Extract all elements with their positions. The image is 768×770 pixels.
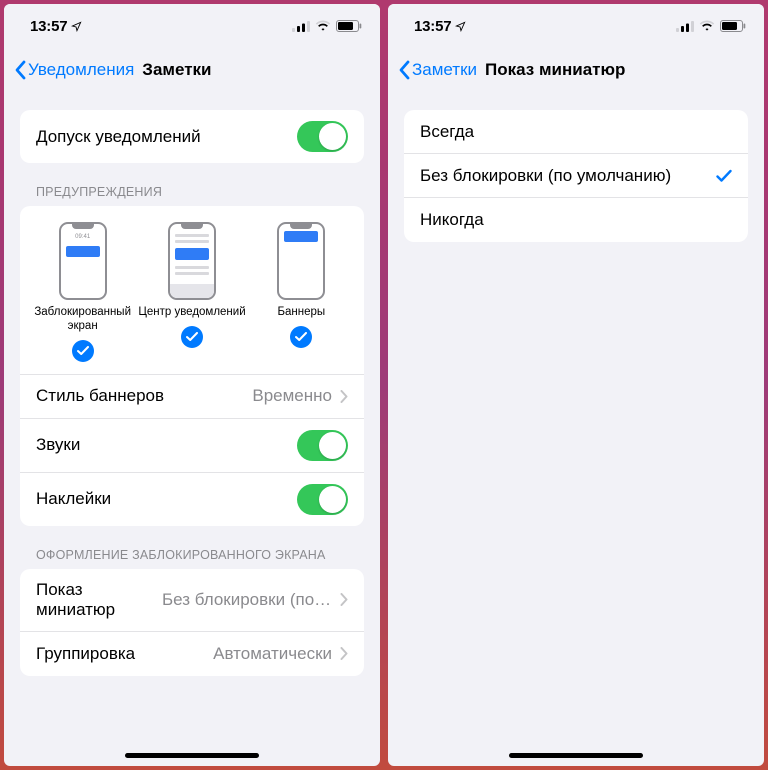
back-button[interactable]: Уведомления [14, 60, 134, 80]
alert-banners-option[interactable]: Баннеры [247, 222, 355, 362]
banners-illustration [277, 222, 325, 300]
phone-left: 13:57 Уведомления Заметки Допуск уведомл… [4, 4, 380, 766]
wifi-icon [315, 20, 331, 32]
check-icon [295, 332, 307, 342]
back-label: Уведомления [28, 60, 134, 80]
alert-center-check [181, 326, 203, 348]
phone-right: 13:57 Заметки Показ миниатюр Всегда Без … [388, 4, 764, 766]
allow-label: Допуск уведомлений [36, 127, 297, 147]
show-previews-row[interactable]: Показ миниатюр Без блокировки (по ум… [20, 569, 364, 632]
time-text: 13:57 [30, 18, 67, 35]
lock-card: Показ миниатюр Без блокировки (по ум… Гр… [20, 569, 364, 676]
allow-notifications-row[interactable]: Допуск уведомлений [20, 110, 364, 163]
allow-card: Допуск уведомлений [20, 110, 364, 163]
option-unlocked[interactable]: Без блокировки (по умолчанию) [404, 154, 748, 198]
alerts-row: 09:41 Заблокированный экран [20, 206, 364, 375]
sounds-row[interactable]: Звуки [20, 419, 364, 473]
options-card: Всегда Без блокировки (по умолчанию) Ник… [404, 110, 748, 242]
banner-style-row[interactable]: Стиль баннеров Временно [20, 375, 364, 419]
sounds-label: Звуки [36, 435, 297, 455]
badges-label: Наклейки [36, 489, 297, 509]
lock-section-header: ОФОРМЛЕНИЕ ЗАБЛОКИРОВАННОГО ЭКРАНА [20, 526, 364, 569]
signal-icon [292, 21, 310, 32]
home-indicator[interactable] [125, 753, 259, 758]
chevron-left-icon [14, 60, 26, 80]
show-previews-value: Без блокировки (по ум… [162, 590, 332, 610]
option-always-label: Всегда [420, 122, 732, 142]
option-never-label: Никогда [420, 210, 732, 230]
status-icons [292, 20, 362, 32]
show-previews-label: Показ миниатюр [36, 580, 162, 620]
option-always[interactable]: Всегда [404, 110, 748, 154]
back-button[interactable]: Заметки [398, 60, 477, 80]
battery-icon [720, 20, 746, 32]
banner-style-value: Временно [252, 386, 332, 406]
badges-row[interactable]: Наклейки [20, 473, 364, 526]
status-bar: 13:57 [4, 4, 380, 48]
alert-lock-option[interactable]: 09:41 Заблокированный экран [29, 222, 137, 362]
nav-bar: Уведомления Заметки [4, 48, 380, 92]
home-indicator[interactable] [509, 753, 643, 758]
alert-center-option[interactable]: Центр уведомлений [138, 222, 246, 362]
status-time: 13:57 [30, 18, 82, 35]
nav-bar: Заметки Показ миниатюр [388, 48, 764, 92]
chevron-right-icon [340, 390, 348, 403]
checkmark-icon [716, 169, 732, 183]
chevron-right-icon [340, 647, 348, 660]
status-bar: 13:57 [388, 4, 764, 48]
alert-center-caption: Центр уведомлений [138, 306, 245, 320]
check-icon [77, 346, 89, 356]
page-title: Показ миниатюр [485, 60, 625, 80]
allow-toggle[interactable] [297, 121, 348, 152]
grouping-value: Автоматически [213, 644, 332, 664]
alert-banners-caption: Баннеры [277, 306, 325, 320]
chevron-right-icon [340, 593, 348, 606]
sounds-toggle[interactable] [297, 430, 348, 461]
page-title: Заметки [142, 60, 211, 80]
alert-banners-check [290, 326, 312, 348]
grouping-label: Группировка [36, 644, 213, 664]
content-right: Всегда Без блокировки (по умолчанию) Ник… [388, 92, 764, 766]
location-icon [455, 21, 466, 32]
battery-icon [336, 20, 362, 32]
lock-screen-illustration: 09:41 [59, 222, 107, 300]
location-icon [71, 21, 82, 32]
alerts-card: 09:41 Заблокированный экран [20, 206, 364, 526]
alerts-header: ПРЕДУПРЕЖДЕНИЯ [20, 163, 364, 206]
time-text: 13:57 [414, 18, 451, 35]
signal-icon [676, 21, 694, 32]
status-icons [676, 20, 746, 32]
back-label: Заметки [412, 60, 477, 80]
check-icon [186, 332, 198, 342]
alert-lock-caption: Заблокированный экран [29, 306, 137, 334]
option-never[interactable]: Никогда [404, 198, 748, 242]
wifi-icon [699, 20, 715, 32]
alert-lock-check [72, 340, 94, 362]
badges-toggle[interactable] [297, 484, 348, 515]
option-unlocked-label: Без блокировки (по умолчанию) [420, 166, 716, 186]
grouping-row[interactable]: Группировка Автоматически [20, 632, 364, 676]
status-time: 13:57 [414, 18, 466, 35]
banner-style-label: Стиль баннеров [36, 386, 252, 406]
content-left: Допуск уведомлений ПРЕДУПРЕЖДЕНИЯ 09:41 … [4, 92, 380, 766]
chevron-left-icon [398, 60, 410, 80]
notification-center-illustration [168, 222, 216, 300]
